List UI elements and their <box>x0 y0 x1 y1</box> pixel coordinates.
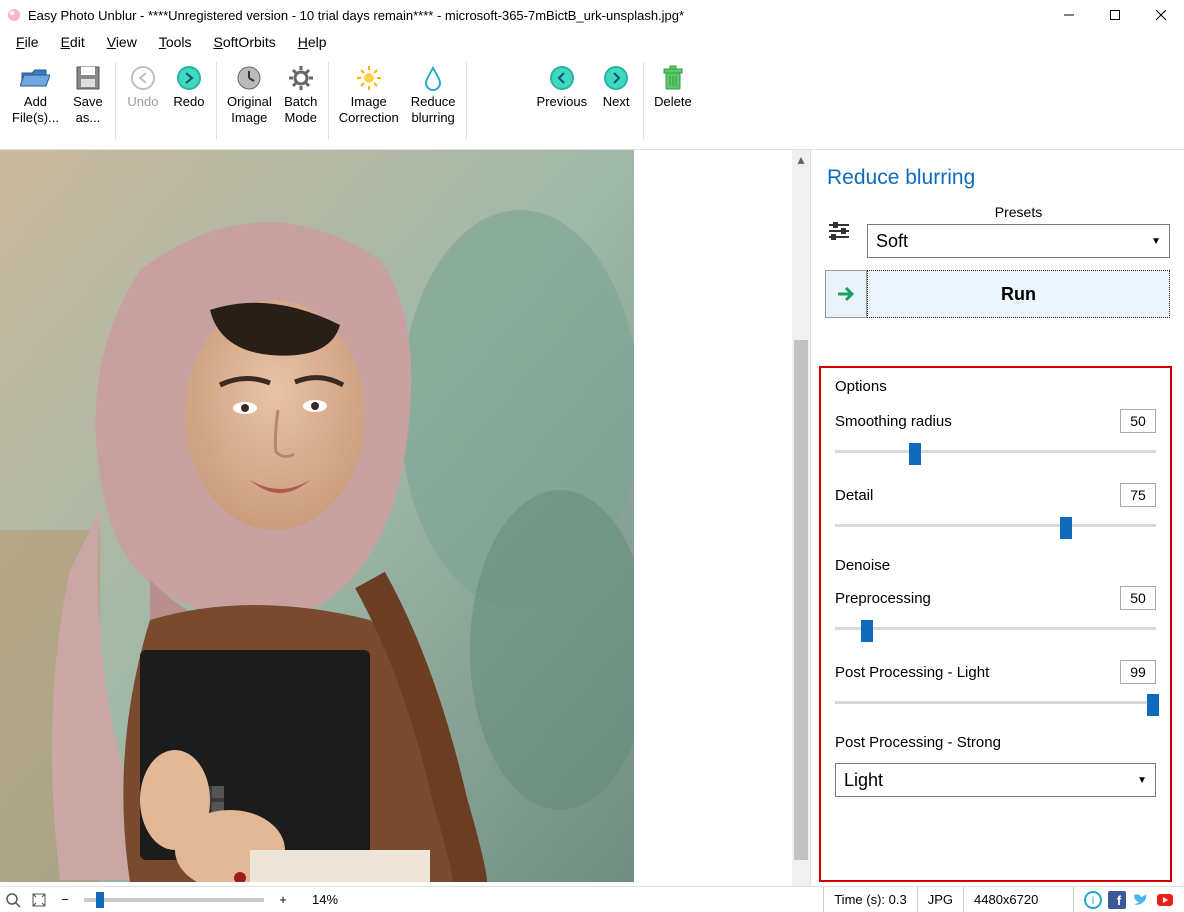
zoom-percent: 14% <box>296 892 354 907</box>
smoothing-value[interactable]: 50 <box>1120 409 1156 433</box>
titlebar: Easy Photo Unblur - ****Unregistered ver… <box>0 0 1184 30</box>
postlight-label: Post Processing - Light <box>835 664 1120 681</box>
menu-softorbits[interactable]: SoftOrbits <box>204 32 286 52</box>
menu-edit[interactable]: Edit <box>51 32 95 52</box>
panel-title: Reduce blurring <box>827 166 1170 190</box>
youtube-icon[interactable] <box>1156 891 1174 909</box>
statusbar: − + 14% Time (s): 0.3 JPG 4480x6720 i f <box>0 886 1184 912</box>
options-box: Options Smoothing radius 50 Detail 75 De… <box>819 366 1172 882</box>
run-icon-box[interactable] <box>825 270 867 318</box>
detail-value[interactable]: 75 <box>1120 483 1156 507</box>
delete-button[interactable]: Delete <box>648 58 698 114</box>
zoom-in-button[interactable]: + <box>270 892 296 907</box>
svg-text:i: i <box>1092 895 1094 907</box>
smoothing-label: Smoothing radius <box>835 413 1120 430</box>
undo-button[interactable]: Undo <box>120 58 166 114</box>
status-format: JPG <box>917 887 963 912</box>
save-as-button[interactable]: Save as... <box>65 58 111 130</box>
menu-tools[interactable]: Tools <box>149 32 202 52</box>
chevron-left-circle-icon <box>549 62 575 94</box>
reduce-blurring-button[interactable]: Reduce blurring <box>405 58 462 130</box>
svg-text:f: f <box>1117 893 1122 908</box>
add-file-button[interactable]: Add File(s)... <box>6 58 65 130</box>
menu-help[interactable]: Help <box>288 32 337 52</box>
previous-button[interactable]: Previous <box>531 58 594 114</box>
zoom-out-button[interactable]: − <box>52 892 78 907</box>
floppy-icon <box>75 62 101 94</box>
content-area: ▴ Reduce blurring Presets Soft ▼ Run Opt… <box>0 150 1184 886</box>
sliders-icon <box>825 217 853 245</box>
chevron-right-circle-icon <box>603 62 629 94</box>
batch-mode-button[interactable]: Batch Mode <box>278 58 324 130</box>
app-icon <box>6 7 22 23</box>
menubar: File Edit View Tools SoftOrbits Help <box>0 30 1184 54</box>
status-time: Time (s): 0.3 <box>823 887 916 912</box>
smoothing-slider[interactable] <box>835 441 1156 463</box>
chevron-down-icon: ▼ <box>1151 236 1161 247</box>
zoom-fit-button[interactable] <box>26 892 52 908</box>
folder-open-icon <box>20 62 50 94</box>
presets-dropdown[interactable]: Soft ▼ <box>867 224 1170 258</box>
minimize-button[interactable] <box>1046 0 1092 30</box>
zoom-actual-button[interactable] <box>0 892 26 908</box>
maximize-button[interactable] <box>1092 0 1138 30</box>
sun-icon <box>356 62 382 94</box>
preprocessing-slider[interactable] <box>835 618 1156 640</box>
scrollbar-thumb[interactable] <box>794 340 808 860</box>
droplet-icon <box>420 62 446 94</box>
original-image-button[interactable]: Original Image <box>221 58 278 130</box>
twitter-icon[interactable] <box>1132 891 1150 909</box>
options-label: Options <box>835 378 1156 395</box>
vertical-scrollbar[interactable]: ▴ <box>792 150 810 886</box>
toolbar: Add File(s)... Save as... Undo Redo Orig… <box>0 54 1184 150</box>
redo-button[interactable]: Redo <box>166 58 212 114</box>
side-panel: Reduce blurring Presets Soft ▼ Run Optio… <box>810 150 1184 886</box>
run-button[interactable]: Run <box>867 270 1170 318</box>
poststrong-label: Post Processing - Strong <box>835 734 1156 751</box>
denoise-label: Denoise <box>835 557 1156 574</box>
arrow-right-circle-icon <box>176 62 202 94</box>
arrow-right-icon <box>834 282 858 306</box>
next-button[interactable]: Next <box>593 58 639 114</box>
canvas-area: ▴ <box>0 150 810 886</box>
poststrong-dropdown[interactable]: Light ▼ <box>835 763 1156 797</box>
chevron-down-icon: ▼ <box>1137 775 1147 786</box>
postlight-slider[interactable] <box>835 692 1156 714</box>
scroll-up-icon[interactable]: ▴ <box>792 150 810 168</box>
close-button[interactable] <box>1138 0 1184 30</box>
presets-label: Presets <box>867 204 1170 220</box>
image-correction-button[interactable]: Image Correction <box>333 58 405 130</box>
preprocessing-value[interactable]: 50 <box>1120 586 1156 610</box>
status-dimensions: 4480x6720 <box>963 887 1073 912</box>
arrow-left-circle-icon <box>130 62 156 94</box>
photo-preview[interactable] <box>0 150 634 882</box>
postlight-value[interactable]: 99 <box>1120 660 1156 684</box>
zoom-slider[interactable] <box>84 898 264 902</box>
detail-slider[interactable] <box>835 515 1156 537</box>
facebook-icon[interactable]: f <box>1108 891 1126 909</box>
clock-icon <box>236 62 262 94</box>
preprocessing-label: Preprocessing <box>835 590 1120 607</box>
menu-view[interactable]: View <box>97 32 147 52</box>
detail-label: Detail <box>835 487 1120 504</box>
trash-icon <box>661 62 685 94</box>
menu-file[interactable]: File <box>6 32 49 52</box>
gear-icon <box>288 62 314 94</box>
info-icon[interactable]: i <box>1084 891 1102 909</box>
window-title: Easy Photo Unblur - ****Unregistered ver… <box>28 8 1046 23</box>
